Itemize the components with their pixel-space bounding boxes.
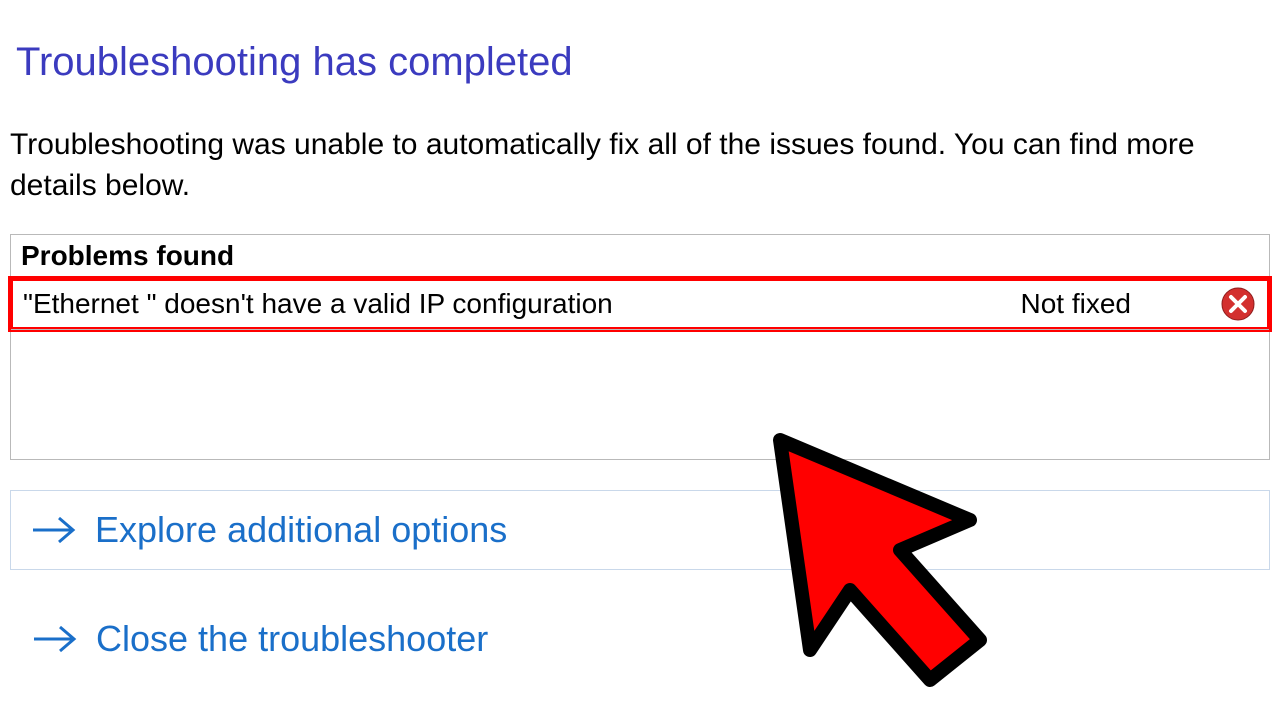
problems-box: Problems found "Ethernet " doesn't have … <box>10 234 1270 460</box>
problems-empty-area <box>11 329 1269 459</box>
option-label: Explore additional options <box>95 509 507 551</box>
close-troubleshooter-button[interactable]: Close the troubleshooter <box>10 600 1270 678</box>
result-description: Troubleshooting was unable to automatica… <box>10 125 1264 206</box>
page-title: Troubleshooting has completed <box>16 40 1270 85</box>
problem-status: Not fixed <box>1001 288 1222 320</box>
explore-additional-options-button[interactable]: Explore additional options <box>10 490 1270 570</box>
arrow-right-icon <box>32 624 78 654</box>
problems-header: Problems found <box>11 235 1269 279</box>
problem-description: "Ethernet " doesn't have a valid IP conf… <box>23 288 1001 320</box>
error-x-icon <box>1221 287 1255 321</box>
arrow-right-icon <box>31 515 77 545</box>
problem-row[interactable]: "Ethernet " doesn't have a valid IP conf… <box>8 276 1272 332</box>
option-label: Close the troubleshooter <box>96 618 488 660</box>
